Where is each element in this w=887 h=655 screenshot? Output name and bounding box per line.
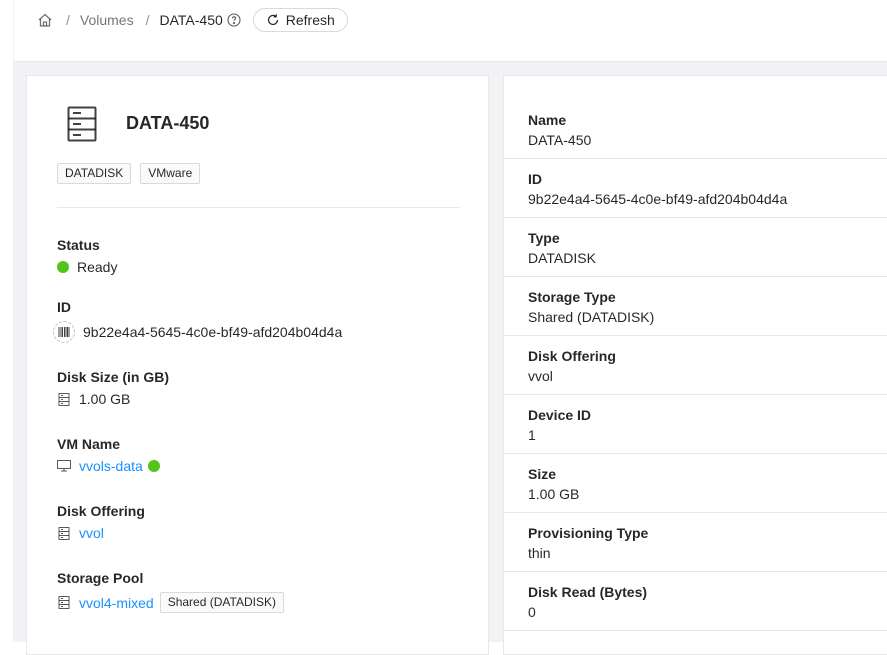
detail-value: DATADISK: [528, 250, 596, 266]
details-list: Name DATA-450 ID 9b22e4a4-5645-4c0e-bf49…: [504, 100, 887, 631]
refresh-button[interactable]: Refresh: [252, 8, 348, 32]
vm-name-link[interactable]: vvols-data: [79, 458, 143, 474]
detail-value: 9b22e4a4-5645-4c0e-bf49-afd204b04d4a: [528, 191, 788, 207]
detail-value: thin: [528, 545, 551, 561]
detail-row-type: Type DATADISK: [504, 218, 887, 277]
breadcrumb-volumes-link[interactable]: Volumes: [80, 12, 134, 28]
detail-label: Type: [528, 230, 560, 246]
vm-name-label: VM Name: [57, 436, 121, 452]
storage-pool-link[interactable]: vvol4-mixed: [79, 595, 154, 611]
detail-value: 1: [528, 427, 536, 443]
storage-pool-field: Storage Pool vvol4-mixed Shared (DATADIS…: [57, 570, 284, 613]
tag-hypervisor: VMware: [140, 163, 201, 184]
status-dot-icon: [57, 261, 69, 273]
breadcrumb: / Volumes / DATA-450 Refresh: [36, 8, 348, 32]
desktop-icon: [57, 459, 71, 473]
detail-value: 0: [528, 604, 536, 620]
volume-summary-card: DATA-450 DATADISK VMware Status Ready ID…: [26, 75, 489, 655]
disk-offering-link[interactable]: vvol: [79, 525, 104, 541]
left-gutter: [0, 0, 14, 642]
storage-server-icon: [67, 106, 97, 142]
detail-row-device-id: Device ID 1: [504, 395, 887, 454]
storage-pool-label: Storage Pool: [57, 570, 144, 586]
status-field: Status Ready: [57, 237, 117, 275]
detail-row-disk-offering: Disk Offering vvol: [504, 336, 887, 395]
status-label: Status: [57, 237, 100, 253]
disk-size-label: Disk Size (in GB): [57, 369, 170, 385]
volume-title: DATA-450: [126, 113, 210, 133]
id-label: ID: [57, 299, 71, 315]
question-circle-icon[interactable]: [227, 13, 241, 27]
volume-tags: DATADISK VMware: [57, 163, 201, 184]
reload-icon: [266, 13, 280, 27]
storage-pool-tag: Shared (DATADISK): [159, 592, 284, 613]
detail-row-storage-type: Storage Type Shared (DATADISK): [504, 277, 887, 336]
detail-value: 1.00 GB: [528, 486, 580, 502]
database-icon: [57, 392, 71, 406]
detail-label: Size: [528, 466, 557, 482]
detail-label: ID: [528, 171, 542, 187]
detail-label: Disk Offering: [528, 348, 616, 364]
details-card: Name DATA-450 ID 9b22e4a4-5645-4c0e-bf49…: [503, 75, 887, 655]
detail-value: Shared (DATADISK): [528, 309, 655, 325]
detail-label: Device ID: [528, 407, 592, 423]
detail-value: DATA-450: [528, 132, 592, 148]
detail-row-provisioning-type: Provisioning Type thin: [504, 513, 887, 572]
detail-value: vvol: [528, 368, 553, 384]
database-icon: [57, 526, 71, 540]
disk-offering-label: Disk Offering: [57, 503, 145, 519]
tag-type: DATADISK: [57, 163, 132, 184]
disk-size-field: Disk Size (in GB) 1.00 GB: [57, 369, 169, 407]
detail-row-disk-read: Disk Read (Bytes) 0: [504, 572, 887, 631]
home-icon[interactable]: [36, 11, 54, 29]
id-field: ID 9b22e4a4-5645-4c0e-bf49-afd204b04d4a: [53, 299, 343, 343]
status-value: Ready: [77, 259, 118, 275]
detail-row-size: Size 1.00 GB: [504, 454, 887, 513]
breadcrumb-separator: /: [145, 12, 150, 28]
detail-row-name: Name DATA-450: [504, 100, 887, 159]
id-value: 9b22e4a4-5645-4c0e-bf49-afd204b04d4a: [83, 324, 343, 340]
detail-row-id: ID 9b22e4a4-5645-4c0e-bf49-afd204b04d4a: [504, 159, 887, 218]
breadcrumb-current: DATA-450: [159, 12, 223, 28]
refresh-label: Refresh: [285, 12, 335, 28]
detail-label: Storage Type: [528, 289, 616, 305]
detail-label: Disk Read (Bytes): [528, 584, 648, 600]
divider: [57, 207, 460, 208]
disk-offering-field: Disk Offering vvol: [57, 503, 145, 541]
disk-size-value: 1.00 GB: [79, 391, 131, 407]
breadcrumb-separator: /: [66, 12, 70, 28]
header-bar: / Volumes / DATA-450 Refresh: [14, 0, 887, 62]
database-icon: [57, 596, 71, 610]
detail-label: Provisioning Type: [528, 525, 649, 541]
vm-status-dot-icon: [147, 460, 160, 472]
detail-label: Name: [528, 112, 567, 128]
barcode-icon[interactable]: [53, 321, 75, 343]
vm-name-field: VM Name vvols-data: [57, 436, 160, 474]
